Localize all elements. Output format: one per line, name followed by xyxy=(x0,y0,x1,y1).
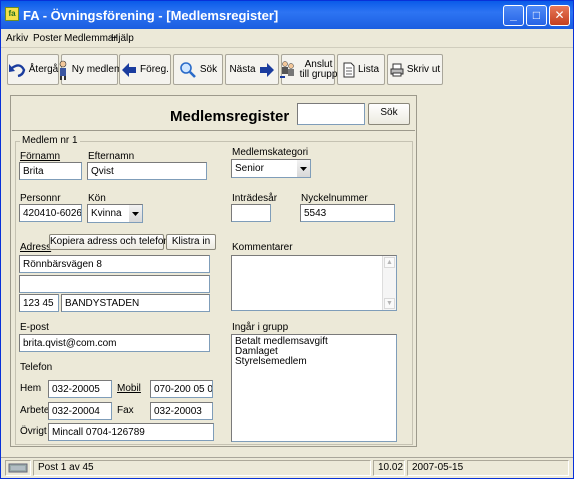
arrow-right-icon xyxy=(259,62,274,77)
work-phone-input[interactable]: 032-20004 xyxy=(48,402,112,420)
status-time: 10.02 xyxy=(373,460,405,476)
prev-label: Föreg. xyxy=(140,64,169,75)
scroll-up-icon[interactable]: ▲ xyxy=(384,257,395,268)
lastname-input[interactable]: Qvist xyxy=(87,162,207,180)
status-date: 2007-05-15 xyxy=(407,460,569,476)
menu-bar: Arkiv Poster Medlemmar Hjälp xyxy=(1,29,573,48)
window-title: FA - Övningsförening - [Medlemsregister] xyxy=(23,8,279,23)
printer-icon xyxy=(390,63,404,76)
chevron-down-icon[interactable] xyxy=(296,160,310,177)
close-button[interactable]: ✕ xyxy=(549,5,570,26)
status-bar: Post 1 av 45 10.02 2007-05-15 xyxy=(1,457,573,478)
magnifier-icon xyxy=(180,61,196,78)
search-input[interactable] xyxy=(297,103,365,125)
menu-arkiv[interactable]: Arkiv xyxy=(6,33,28,44)
content-area: Medlemsregister Sök Medlem nr 1 Förnamn … xyxy=(5,91,571,453)
back-label: Återgå xyxy=(28,64,59,75)
firstname-label: Förnamn xyxy=(20,151,61,162)
search-button[interactable]: Sök xyxy=(368,103,410,125)
joined-label: Inträdesår xyxy=(232,193,278,204)
print-button[interactable]: Skriv ut xyxy=(387,54,443,85)
print-label: Skriv ut xyxy=(406,64,441,75)
member-group-box: Medlem nr 1 Förnamn Brita Efternamn Qvis… xyxy=(15,135,413,445)
address-line1-input[interactable]: Rönnbärsvägen 8 xyxy=(19,255,210,273)
app-icon: fa xyxy=(5,7,19,21)
list-label: Lista xyxy=(357,64,380,75)
search-toolbar-label: Sök xyxy=(199,64,218,75)
join-group-button[interactable]: Anslut till grupp xyxy=(279,54,338,85)
postcode-input[interactable]: 123 45 xyxy=(19,294,59,312)
email-input[interactable]: brita.qvist@com.com xyxy=(19,334,210,352)
new-member-button[interactable]: Ny medlem xyxy=(59,54,122,85)
comments-label: Kommentarer xyxy=(232,242,293,253)
fax-input[interactable]: 032-20003 xyxy=(150,402,213,420)
key-input[interactable]: 5543 xyxy=(300,204,395,222)
title-bar[interactable]: fa FA - Övningsförening - [Medlemsregist… xyxy=(1,1,573,29)
personnr-input[interactable]: 420410-6026 xyxy=(19,204,82,222)
person-icon xyxy=(59,60,67,80)
mobile-label: Mobil xyxy=(117,383,141,394)
category-value: Senior xyxy=(235,163,264,174)
maximize-button[interactable]: □ xyxy=(526,5,547,26)
keyboard-icon xyxy=(8,463,28,473)
status-icon-panel xyxy=(5,460,31,476)
lastname-label: Efternamn xyxy=(88,151,135,162)
category-label: Medlemskategori xyxy=(232,147,309,158)
form-header: Medlemsregister Sök xyxy=(12,97,415,131)
next-button[interactable]: Nästa xyxy=(225,54,279,85)
phone-label: Telefon xyxy=(20,362,53,373)
chevron-down-icon[interactable] xyxy=(128,205,142,222)
new-member-label: Ny medlem xyxy=(71,64,123,75)
document-icon xyxy=(343,62,355,77)
member-number-label: Medlem nr 1 xyxy=(20,135,80,146)
gender-select[interactable]: Kvinna xyxy=(87,204,143,223)
group-item[interactable]: Styrelsemedlem xyxy=(235,357,393,367)
category-select[interactable]: Senior xyxy=(231,159,311,178)
app-window: fa FA - Övningsförening - [Medlemsregist… xyxy=(0,0,574,479)
member-form: Medlemsregister Sök Medlem nr 1 Förnamn … xyxy=(10,95,417,447)
comments-textarea[interactable]: ▲ ▼ xyxy=(231,255,397,311)
toolbar: Återgå Ny medlem Föreg. Sök Nästa Anslut… xyxy=(5,52,571,88)
menu-poster[interactable]: Poster xyxy=(33,33,62,44)
firstname-input[interactable]: Brita xyxy=(19,162,82,180)
gender-label: Kön xyxy=(88,193,106,204)
home-phone-input[interactable]: 032-20005 xyxy=(48,380,112,398)
list-button[interactable]: Lista xyxy=(337,54,385,85)
other-phone-input[interactable]: Mincall 0704-126789 xyxy=(48,423,214,441)
joined-input[interactable] xyxy=(231,204,271,222)
home-phone-label: Hem xyxy=(20,383,42,394)
comments-scrollbar[interactable]: ▲ ▼ xyxy=(382,256,396,310)
undo-arrow-icon xyxy=(8,63,26,77)
scroll-down-icon[interactable]: ▼ xyxy=(384,298,395,309)
status-post: Post 1 av 45 xyxy=(33,460,371,476)
menu-medlemmar[interactable]: Medlemmar xyxy=(64,33,117,44)
address-label: Adress xyxy=(20,242,52,253)
key-label: Nyckelnummer xyxy=(301,193,368,204)
next-label: Nästa xyxy=(229,64,256,75)
groups-label: Ingår i grupp xyxy=(232,322,289,333)
city-input[interactable]: BANDYSTADEN xyxy=(61,294,210,312)
gender-value: Kvinna xyxy=(91,208,122,219)
arrow-left-icon xyxy=(122,62,137,77)
other-phone-label: Övrigt xyxy=(20,426,47,437)
search-toolbar-button[interactable]: Sök xyxy=(173,54,223,85)
minimize-button[interactable]: _ xyxy=(503,5,524,26)
personnr-label: Personnr xyxy=(20,193,61,204)
fax-label: Fax xyxy=(117,405,134,416)
back-button[interactable]: Återgå xyxy=(7,54,59,85)
mobile-input[interactable]: 070-200 05 00 xyxy=(150,380,213,398)
email-label: E-post xyxy=(20,322,49,333)
work-phone-label: Arbete xyxy=(20,405,50,416)
form-title: Medlemsregister xyxy=(170,108,290,125)
people-group-icon xyxy=(279,60,294,78)
address-line2-input[interactable] xyxy=(19,275,210,293)
copy-address-button[interactable]: Kopiera adress och telefon xyxy=(49,234,169,250)
paste-button[interactable]: Klistra in xyxy=(166,234,216,250)
groups-listbox[interactable]: Betalt medlemsavgift Damlaget Styrelseme… xyxy=(231,334,397,442)
menu-hjalp[interactable]: Hjälp xyxy=(111,33,134,44)
prev-button[interactable]: Föreg. xyxy=(119,54,171,85)
join-group-label-2: till grupp xyxy=(299,68,338,80)
